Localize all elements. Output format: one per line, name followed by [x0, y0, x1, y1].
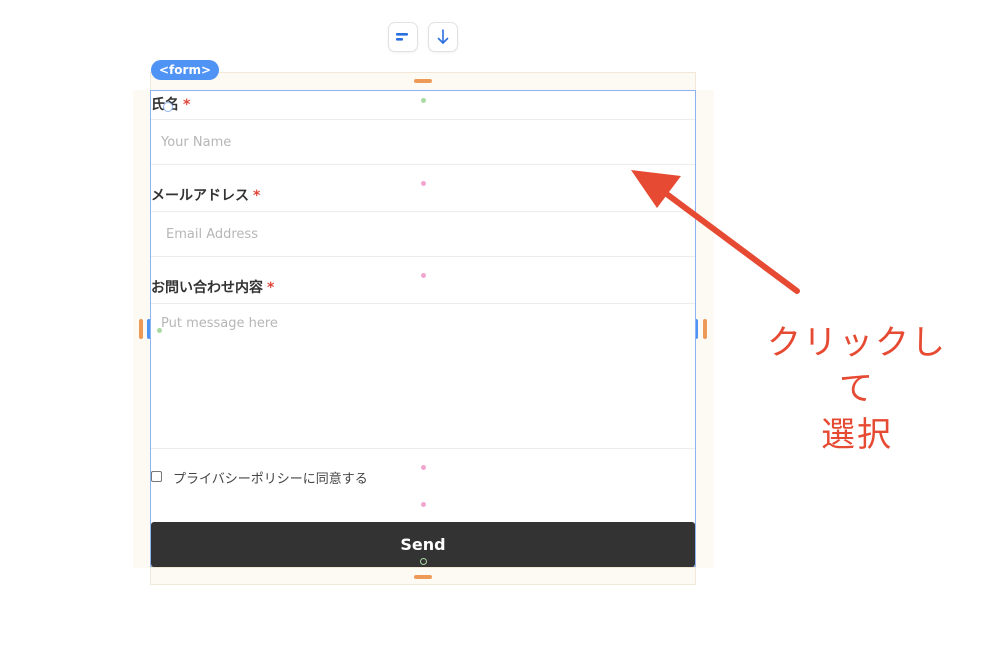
- name-placeholder: Your Name: [161, 135, 232, 150]
- margin-bottom-handle[interactable]: [414, 575, 432, 579]
- message-label: お問い合わせ内容 *: [151, 277, 274, 297]
- align-button[interactable]: [388, 22, 418, 52]
- required-mark: *: [267, 280, 275, 296]
- element-toolbar: [388, 22, 458, 52]
- email-label-text: メールアドレス: [151, 188, 249, 204]
- element-tag-badge[interactable]: <form>: [151, 60, 219, 80]
- email-label: メールアドレス *: [151, 185, 260, 205]
- spacing-dot: [421, 502, 426, 507]
- privacy-label: プライバシーポリシーに同意する: [173, 472, 368, 487]
- margin-top-handle[interactable]: [414, 79, 432, 83]
- message-label-text: お問い合わせ内容: [151, 280, 263, 296]
- resize-corner-icon[interactable]: [163, 102, 173, 112]
- padding-left-handle[interactable]: [139, 319, 143, 339]
- padding-right-handle[interactable]: [703, 319, 707, 339]
- name-input[interactable]: Your Name: [151, 119, 695, 165]
- align-left-icon: [396, 33, 408, 41]
- spacing-dot: [421, 181, 426, 186]
- move-handle-icon[interactable]: [420, 558, 427, 565]
- message-textarea[interactable]: Put message here: [151, 303, 695, 449]
- email-placeholder: Email Address: [166, 227, 258, 242]
- form-margin-top: [150, 72, 696, 91]
- send-label: Send: [400, 535, 446, 554]
- privacy-checkbox[interactable]: [151, 471, 162, 482]
- spacing-dot: [421, 98, 426, 103]
- arrow-down-icon: [437, 29, 449, 44]
- form-margin-bottom: [150, 567, 696, 585]
- spacing-dot: [157, 328, 162, 333]
- required-mark: *: [183, 97, 191, 113]
- required-mark: *: [253, 188, 261, 204]
- contact-form[interactable]: 氏名* Your Name メールアドレス* Email Address お問い…: [150, 90, 696, 567]
- spacing-dot: [421, 465, 426, 470]
- move-down-button[interactable]: [428, 22, 458, 52]
- annotation-text: クリックして 選択: [752, 320, 962, 458]
- email-input[interactable]: Email Address: [151, 211, 695, 257]
- annotation-line-1: クリックして: [767, 323, 947, 409]
- message-placeholder: Put message here: [161, 316, 278, 331]
- annotation-line-2: 選択: [821, 415, 893, 455]
- spacing-dot: [421, 273, 426, 278]
